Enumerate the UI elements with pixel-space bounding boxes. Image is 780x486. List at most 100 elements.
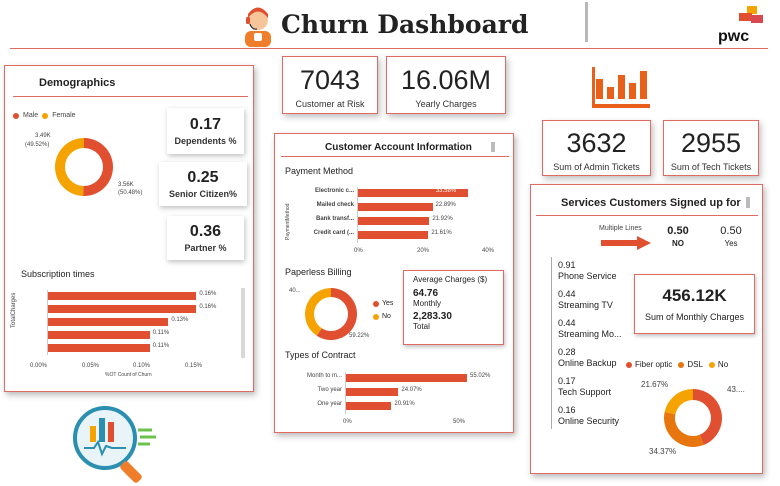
avg-charges-title: Average Charges ($) (413, 275, 488, 284)
title-rule (536, 215, 758, 216)
demographics-panel: Demographics Male Female 3.49K (49.52%) … (4, 65, 254, 392)
chart-category-label: Month to m... (306, 373, 342, 379)
services-list-rule (551, 257, 552, 429)
female-pct: (49.52%) (25, 142, 50, 148)
internet-donut (664, 389, 722, 447)
title-rule (13, 96, 248, 97)
dependents-value: 0.17 (189, 116, 222, 133)
legend-dot-dsl (678, 361, 685, 368)
services-list: 0.91 Phone Service 0.44 Streaming TV 0.44 S… (558, 260, 622, 427)
title-rule (281, 156, 509, 157)
service-item: 0.16 Online Security (558, 405, 622, 427)
account-title: Customer Account Information (325, 142, 472, 153)
subscription-scrollbar[interactable] (241, 288, 245, 358)
subscription-tick-0: 0.00% (30, 363, 48, 369)
chart-category-label: Electronic c... (314, 188, 354, 194)
subscription-tick-3: 0.15% (185, 363, 203, 369)
ml-no-label: NO (672, 239, 684, 248)
ml-no-value: 0.50 (667, 225, 689, 237)
chart-category-label: Bank transf... (315, 216, 354, 222)
internet-legend: Fiber optic DSL No (626, 360, 728, 369)
yearly-charges-value: 16.06M (400, 65, 492, 95)
pwc-logo: pwc (718, 28, 750, 45)
partner-value: 0.36 (189, 223, 222, 240)
avg-monthly-label: Monthly (413, 299, 442, 308)
subscription-ylabel: TotalCharges (11, 292, 17, 328)
chart-bar (47, 318, 169, 326)
service-label: Tech Support (558, 387, 612, 397)
kpi-customers-at-risk: 7043 Customer at Risk (282, 56, 378, 114)
paperless-slice (305, 288, 331, 336)
subscription-title: Subscription times (21, 269, 95, 279)
subscription-xlabel: %OT Count of Churn (105, 372, 152, 378)
page-title: Churn Dashboard (281, 10, 529, 39)
monthly-charges-label: Sum of Monthly Charges (644, 312, 745, 322)
avg-charges-card: Average Charges ($) 64.76 Monthly 2,283.… (403, 270, 504, 345)
tech-tickets-label: Sum of Tech Tickets (670, 162, 752, 172)
contract-tick-1: 50% (453, 419, 466, 425)
paperless-label-yes: 59.22% (349, 333, 370, 339)
avg-total-value: 2,283.30 (413, 311, 452, 322)
multiple-lines-no: 0.50 NO (663, 225, 693, 248)
legend-no: No (382, 313, 391, 320)
kpi-yearly-charges: 16.06M Yearly Charges (386, 56, 506, 114)
chart-value-label: 0.16% (199, 291, 217, 297)
gender-donut-slices (55, 138, 114, 196)
pwc-logo-mark (739, 6, 763, 23)
service-item: 0.44 Streaming Mo... (558, 318, 622, 340)
chart-bar (47, 344, 150, 352)
divider (585, 2, 588, 42)
internet-label-dsl: 34.37% (649, 447, 677, 456)
legend-dot-male (13, 112, 19, 119)
service-label: Online Security (558, 416, 620, 426)
female-count: 3.49K (35, 133, 51, 139)
dependents-label: Dependents % (174, 136, 237, 146)
payment-chart: Electronic c... 33.58% Mailed check 22.89% B… (293, 186, 493, 243)
service-value: 0.28 (558, 347, 576, 357)
chart-value-label: 21.61% (431, 230, 452, 236)
contract-title: Types of Contract (285, 350, 356, 360)
payment-tick-1: 20% (417, 248, 430, 254)
partner-label: Partner % (184, 243, 227, 253)
service-label: Online Backup (558, 358, 617, 368)
chart-category-label: Mailed check (316, 202, 354, 208)
internet-slice (664, 411, 704, 447)
chart-value-label: 0.11% (152, 343, 170, 349)
subscription-tick-1: 0.05% (82, 363, 100, 369)
chart-value-label: 0.13% (171, 317, 189, 323)
male-pct: (50.48%) (118, 190, 143, 196)
chart-bar (345, 402, 392, 410)
internet-label-fiber: 43.... (727, 385, 745, 394)
legend-dot-yes (373, 300, 379, 307)
service-item: 0.17 Tech Support (558, 376, 622, 398)
admin-tickets-label: Sum of Admin Tickets (553, 162, 640, 172)
chart-value-label: 0.16% (199, 304, 217, 310)
support-agent-icon (245, 7, 271, 47)
chart-bar (345, 374, 468, 382)
gender-donut (55, 138, 114, 196)
subscription-chart: 0.16% 0.16% 0.13% 0.11% 0.11% (39, 288, 234, 360)
service-value: 0.44 (558, 318, 576, 328)
legend-dot-no (708, 361, 715, 368)
service-value: 0.17 (558, 376, 576, 386)
customers-at-risk-value: 7043 (299, 65, 361, 95)
chart-value-label: 55.02% (470, 373, 491, 379)
gender-slice (55, 138, 84, 196)
chart-axis-line (357, 187, 358, 243)
internet-slice (664, 389, 693, 415)
paperless-legend: Yes No (373, 300, 393, 320)
analytics-magnifier-icon (73, 406, 156, 483)
service-item: 0.91 Phone Service (558, 260, 622, 282)
account-panel: Customer Account Information Payment Met… (274, 133, 514, 433)
demographics-title: Demographics (39, 77, 116, 89)
chart-category-label: Two year (317, 387, 342, 393)
partner-card: 0.36 Partner % (167, 216, 244, 260)
chart-value-label: 0.11% (152, 330, 170, 336)
monthly-charges-value: 456.12K (662, 286, 727, 305)
senior-value: 0.25 (187, 169, 219, 186)
payment-title: Payment Method (285, 166, 354, 176)
services-title: Services Customers Signed up for (561, 197, 741, 209)
arrow-right-icon (601, 236, 651, 250)
multiple-lines-label: Multiple Lines (599, 225, 642, 232)
customers-at-risk-label: Customer at Risk (295, 99, 365, 109)
